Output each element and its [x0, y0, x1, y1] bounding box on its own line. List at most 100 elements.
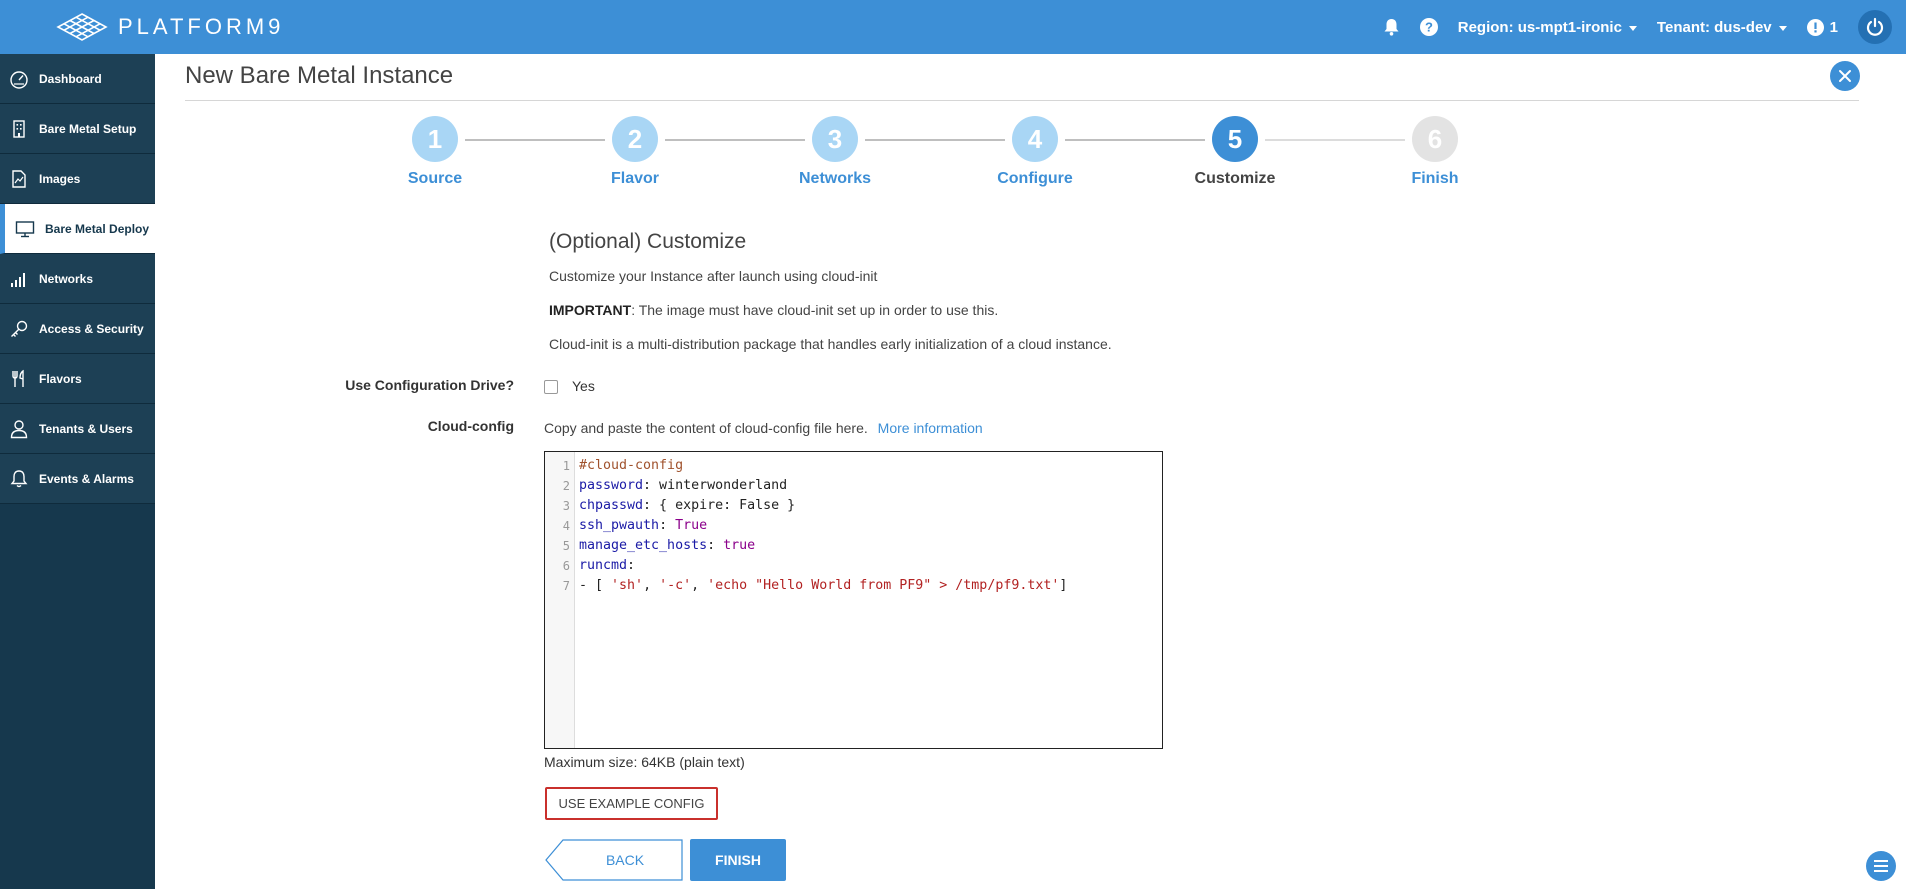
- region-dropdown[interactable]: Region: us-mpt1-ironic: [1458, 19, 1637, 36]
- step-label: Networks: [798, 170, 872, 187]
- sidebar-item-tenants-users[interactable]: Tenants & Users: [0, 404, 155, 454]
- important-label: IMPORTANT: [549, 302, 632, 318]
- chevron-down-icon: [1778, 25, 1787, 31]
- step-number: 1: [412, 116, 458, 162]
- power-button[interactable]: [1858, 10, 1892, 44]
- utensils-icon: [9, 369, 29, 389]
- sidebar: Dashboard Bare Metal Setup Images Bare M…: [0, 54, 155, 889]
- cloud-config-label: Cloud-config: [427, 418, 514, 434]
- brand-name: PLATFORM9: [118, 14, 285, 39]
- user-icon: [9, 419, 29, 439]
- sidebar-item-networks[interactable]: Networks: [0, 254, 155, 304]
- platform9-logo[interactable]: PLATFORM9: [56, 12, 284, 42]
- line-number: 4: [562, 519, 570, 533]
- back-button[interactable]: BACK: [545, 839, 683, 881]
- config-drive-label: Use Configuration Drive?: [345, 377, 514, 393]
- hamburger-icon: [1874, 860, 1888, 872]
- step-label: Source: [407, 170, 463, 187]
- code-line: #cloud-config: [579, 458, 684, 473]
- signal-bars-icon: [9, 269, 29, 289]
- tenant-label: Tenant: dus-dev: [1656, 18, 1772, 36]
- close-icon: [1839, 70, 1851, 82]
- step-configure[interactable]: 4 Configure: [975, 116, 1095, 188]
- back-button-label: BACK: [605, 852, 645, 868]
- step-finish: 6 Finish: [1375, 116, 1495, 188]
- step-source[interactable]: 1 Source: [375, 116, 495, 188]
- title-divider: [185, 100, 1859, 101]
- notifications-button[interactable]: [1383, 18, 1400, 36]
- step-number: 5: [1212, 116, 1258, 162]
- step-label: Customize: [1194, 170, 1276, 187]
- step-networks[interactable]: 3 Networks: [775, 116, 895, 188]
- alert-icon: [1806, 18, 1824, 36]
- sidebar-item-events-alarms[interactable]: Events & Alarms: [0, 454, 155, 504]
- step-label: Configure: [997, 170, 1073, 187]
- sidebar-item-label: Dashboard: [39, 71, 102, 86]
- config-drive-option-label[interactable]: Yes: [572, 378, 595, 394]
- top-bar: PLATFORM9 ? Region: us-mpt1-ironic Tenan…: [0, 0, 1906, 54]
- alerts-count: 1: [1829, 18, 1838, 36]
- image-file-icon: [9, 169, 29, 189]
- step-customize[interactable]: 5 Customize: [1175, 116, 1295, 188]
- line-number: 6: [562, 559, 570, 573]
- max-size-note: Maximum size: 64KB (plain text): [544, 754, 745, 770]
- line-number-gutter: 1 2 3 4 5 6 7: [545, 452, 575, 748]
- step-number: 6: [1412, 116, 1458, 162]
- sidebar-item-flavors[interactable]: Flavors: [0, 354, 155, 404]
- top-right-controls: ? Region: us-mpt1-ironic Tenant: dus-dev…: [1383, 0, 1906, 54]
- line-number: 5: [562, 539, 570, 553]
- key-icon: [9, 319, 29, 339]
- sidebar-item-label: Flavors: [39, 371, 82, 386]
- dashboard-icon: [9, 69, 29, 89]
- sidebar-item-label: Events & Alarms: [39, 471, 134, 486]
- code-line: ssh_pwauth: True: [579, 518, 708, 533]
- close-button[interactable]: [1830, 61, 1860, 91]
- description-text: Cloud-init is a multi-distribution packa…: [549, 336, 1112, 352]
- sidebar-item-dashboard[interactable]: Dashboard: [0, 54, 155, 104]
- svg-text:?: ?: [1425, 20, 1433, 35]
- sidebar-item-access-security[interactable]: Access & Security: [0, 304, 155, 354]
- step-label: Flavor: [610, 170, 659, 187]
- sidebar-item-label: Access & Security: [39, 321, 144, 336]
- alerts-button[interactable]: 1: [1806, 18, 1838, 36]
- page-title: New Bare Metal Instance: [185, 62, 454, 89]
- bell-icon: [1384, 19, 1399, 36]
- code-line: chpasswd: { expire: False }: [579, 498, 796, 513]
- chevron-down-icon: [1628, 25, 1637, 31]
- cloud-config-help: Copy and paste the content of cloud-conf…: [544, 420, 983, 436]
- cloud-config-help-text: Copy and paste the content of cloud-conf…: [544, 420, 868, 436]
- step-number: 3: [812, 116, 858, 162]
- sidebar-item-label: Bare Metal Setup: [39, 121, 137, 136]
- step-number: 2: [612, 116, 658, 162]
- cloud-config-editor[interactable]: 1 2 3 4 5 6 7 #cloud-config password: wi…: [544, 451, 1163, 749]
- important-note: IMPORTANT: The image must have cloud-ini…: [549, 302, 998, 318]
- section-title: (Optional) Customize: [549, 230, 747, 253]
- help-button[interactable]: ?: [1419, 18, 1438, 36]
- code-line: - [ 'sh', '-c', 'echo "Hello World from …: [579, 578, 1068, 593]
- step-flavor[interactable]: 2 Flavor: [575, 116, 695, 188]
- sidebar-item-bare-metal-setup[interactable]: Bare Metal Setup: [0, 104, 155, 154]
- line-number: 2: [562, 479, 570, 493]
- code-line: runcmd:: [579, 558, 636, 573]
- line-number: 1: [562, 459, 570, 473]
- intro-text: Customize your Instance after launch usi…: [549, 268, 878, 284]
- menu-button[interactable]: [1866, 851, 1896, 881]
- sidebar-item-label: Tenants & Users: [39, 421, 133, 436]
- region-label: Region: us-mpt1-ironic: [1457, 18, 1622, 36]
- building-icon: [9, 119, 29, 139]
- more-information-link[interactable]: More information: [878, 420, 983, 436]
- monitor-icon: [15, 219, 35, 239]
- bell-icon: [9, 469, 29, 489]
- code-line: manage_etc_hosts: true: [579, 538, 756, 553]
- power-icon: [1866, 17, 1884, 36]
- tenant-dropdown[interactable]: Tenant: dus-dev: [1657, 19, 1787, 36]
- help-icon: ?: [1419, 18, 1438, 36]
- code-content[interactable]: #cloud-config password: winterwonderland…: [579, 452, 1067, 596]
- finish-button[interactable]: FINISH: [690, 839, 786, 881]
- sidebar-item-images[interactable]: Images: [0, 154, 155, 204]
- sidebar-item-label: Networks: [39, 271, 94, 286]
- sidebar-item-bare-metal-deploy[interactable]: Bare Metal Deploy: [0, 204, 155, 254]
- line-number: 3: [562, 499, 570, 513]
- use-example-config-button[interactable]: USE EXAMPLE CONFIG: [545, 787, 718, 820]
- config-drive-checkbox[interactable]: [544, 380, 558, 394]
